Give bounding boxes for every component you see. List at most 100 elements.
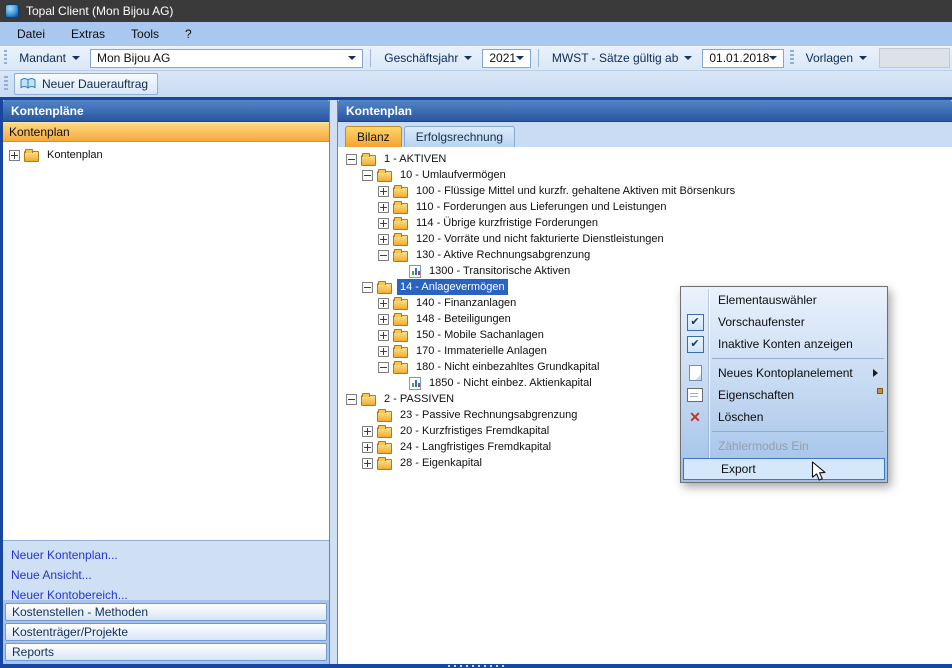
tree-item-label: 130 - Aktive Rechnungsabgrenzung xyxy=(413,247,593,263)
menu-item-[interactable]: ? xyxy=(172,24,205,44)
folder-icon xyxy=(361,395,376,406)
window-bottom-border xyxy=(0,664,952,668)
tree-expander[interactable] xyxy=(346,154,357,165)
tree-expander[interactable] xyxy=(378,186,389,197)
neuer-dauerauftrag-button[interactable]: Neuer Dauerauftrag xyxy=(14,73,158,95)
tree-item-label: 110 - Forderungen aus Lieferungen und Le… xyxy=(413,199,670,215)
tree-expander[interactable] xyxy=(362,458,373,469)
tree-row-130-aktive-rechnungsabgrenzung[interactable]: 130 - Aktive Rechnungsabgrenzung xyxy=(346,247,952,263)
folder-icon xyxy=(393,187,408,198)
chevron-down-icon xyxy=(516,56,524,60)
folder-icon xyxy=(377,427,392,438)
tree-item-label: 120 - Vorräte und nicht fakturierte Dien… xyxy=(413,231,667,247)
context-menu-item-elementauswähler[interactable]: Elementauswähler xyxy=(681,289,887,311)
tree-expander[interactable] xyxy=(362,170,373,181)
folder-icon xyxy=(361,155,376,166)
context-menu: Elementauswähler Vorschaufenster Inaktiv… xyxy=(680,286,888,483)
mwst-date-combobox[interactable]: 01.01.2018 xyxy=(702,49,784,68)
checkbox-checked-icon xyxy=(681,311,709,333)
panel-splitter[interactable] xyxy=(330,100,337,664)
toolbar-grip[interactable] xyxy=(4,76,8,92)
vorlagen-field[interactable] xyxy=(879,48,950,68)
tree-expander[interactable] xyxy=(362,282,373,293)
chevron-down-icon xyxy=(859,56,867,60)
delete-icon xyxy=(681,406,709,428)
tree-row-1300-transitorische-aktiven[interactable]: 1300 - Transitorische Aktiven xyxy=(346,263,952,279)
resize-grip[interactable] xyxy=(448,665,504,667)
tree-row-100-flüssige-mittel-und-kurzfr-gehaltene-aktiven-mit-börsenkurs[interactable]: 100 - Flüssige Mittel und kurzfr. gehalt… xyxy=(346,183,952,199)
tab-erfolgsrechnung[interactable]: Erfolgsrechnung xyxy=(404,126,515,147)
menu-item-tools[interactable]: Tools xyxy=(118,24,172,44)
folder-icon xyxy=(393,347,408,358)
tab-strip: BilanzErfolgsrechnung xyxy=(338,122,952,147)
tree-expander[interactable] xyxy=(378,250,389,261)
toolbar-area: Mandant Mon Bijou AG Geschäftsjahr 2021 … xyxy=(0,46,952,97)
mandant-combobox[interactable]: Mon Bijou AG xyxy=(90,49,363,68)
sidebar-link-neue-ansicht[interactable]: Neue Ansicht... xyxy=(11,568,329,588)
context-menu-item[interactable] xyxy=(681,355,887,362)
tree-row-1-aktiven[interactable]: 1 - AKTIVEN xyxy=(346,151,952,167)
menu-item-icon xyxy=(681,289,709,311)
sidebar-section-bar-kostenträger-projekte[interactable]: Kostenträger/Projekte xyxy=(5,623,327,641)
geschaeftsjahr-dropdown-button[interactable]: Geschäftsjahr xyxy=(378,49,478,67)
context-menu-item-vorschaufenster[interactable]: Vorschaufenster xyxy=(681,311,887,333)
tree-row-114-übrige-kurzfristige-forderungen[interactable]: 114 - Übrige kurzfristige Forderungen xyxy=(346,215,952,231)
geschaeftsjahr-combobox[interactable]: 2021 xyxy=(482,49,531,68)
toolbar-grip[interactable] xyxy=(790,50,793,66)
account-icon xyxy=(409,377,421,390)
toolbar-separator xyxy=(538,49,539,67)
mandant-dropdown-button[interactable]: Mandant xyxy=(13,49,86,67)
tree-expander[interactable] xyxy=(378,330,389,341)
sidebar-header: Kontenpläne xyxy=(3,100,329,122)
tree-expander[interactable] xyxy=(346,394,357,405)
folder-icon xyxy=(393,299,408,310)
tree-item-label: 23 - Passive Rechnungsabgrenzung xyxy=(397,407,580,423)
context-menu-item-export[interactable]: Export xyxy=(683,458,885,480)
sidebar-selected-plan[interactable]: Kontenplan xyxy=(3,122,329,142)
sidebar-links: Neuer Kontenplan...Neue Ansicht...Neuer … xyxy=(3,540,329,600)
tree-expander[interactable] xyxy=(362,426,373,437)
tree-expander[interactable] xyxy=(378,202,389,213)
tree-item-label: 14 - Anlagevermögen xyxy=(397,279,508,295)
chevron-down-icon xyxy=(769,56,777,60)
tree-expander[interactable] xyxy=(378,234,389,245)
tree-expander[interactable] xyxy=(378,298,389,309)
toolbar-grip[interactable] xyxy=(4,50,7,66)
context-menu-item-inaktive-konten-anzeigen[interactable]: Inaktive Konten anzeigen xyxy=(681,333,887,355)
folder-icon xyxy=(24,151,39,162)
mwst-dropdown-button[interactable]: MWST - Sätze gültig ab xyxy=(546,49,699,67)
tree-expander[interactable] xyxy=(378,346,389,357)
folder-icon xyxy=(393,235,408,246)
tree-row-10-umlaufvermögen[interactable]: 10 - Umlaufvermögen xyxy=(346,167,952,183)
properties-icon xyxy=(681,384,709,406)
folder-icon xyxy=(393,251,408,262)
submenu-arrow-icon xyxy=(873,369,887,377)
book-icon xyxy=(20,77,36,90)
menu-item-datei[interactable]: Datei xyxy=(4,24,58,44)
context-menu-item[interactable] xyxy=(681,428,887,435)
tree-expander[interactable] xyxy=(9,150,20,161)
sidebar-link-neuer-kontenplan[interactable]: Neuer Kontenplan... xyxy=(11,548,329,568)
folder-icon xyxy=(377,443,392,454)
sidebar-section-bar-kostenstellen-methoden[interactable]: Kostenstellen - Methoden xyxy=(5,603,327,621)
tree-item-label: 100 - Flüssige Mittel und kurzfr. gehalt… xyxy=(413,183,738,199)
tree-expander[interactable] xyxy=(378,218,389,229)
tree-expander[interactable] xyxy=(362,442,373,453)
sidebar-sections: Kostenstellen - Methoden Kostenträger/Pro… xyxy=(3,600,329,664)
context-menu-item-löschen[interactable]: Löschen xyxy=(681,406,887,428)
vorlagen-dropdown-button[interactable]: Vorlagen xyxy=(800,49,873,67)
menu-item-extras[interactable]: Extras xyxy=(58,24,118,44)
context-menu-item-neues-kontoplanelement[interactable]: Neues Kontoplanelement xyxy=(681,362,887,384)
tree-row-120-vorräte-und-nicht-fakturierte-dienstleistungen[interactable]: 120 - Vorräte und nicht fakturierte Dien… xyxy=(346,231,952,247)
context-menu-item-zählermodus-ein[interactable]: Zählermodus Ein xyxy=(681,435,887,457)
checkbox-checked-icon xyxy=(681,333,709,355)
context-menu-item-eigenschaften[interactable]: Eigenschaften xyxy=(681,384,887,406)
tree-row-110-forderungen-aus-lieferungen-und-leistungen[interactable]: 110 - Forderungen aus Lieferungen und Le… xyxy=(346,199,952,215)
tree-expander[interactable] xyxy=(378,362,389,373)
main-header: Kontenplan xyxy=(338,100,952,122)
tab-bilanz[interactable]: Bilanz xyxy=(345,126,402,147)
new-document-icon xyxy=(681,362,709,384)
sidebar-section-bar-reports[interactable]: Reports xyxy=(5,643,327,661)
tree-row-kontenplan[interactable]: Kontenplan xyxy=(9,147,329,163)
tree-expander[interactable] xyxy=(378,314,389,325)
